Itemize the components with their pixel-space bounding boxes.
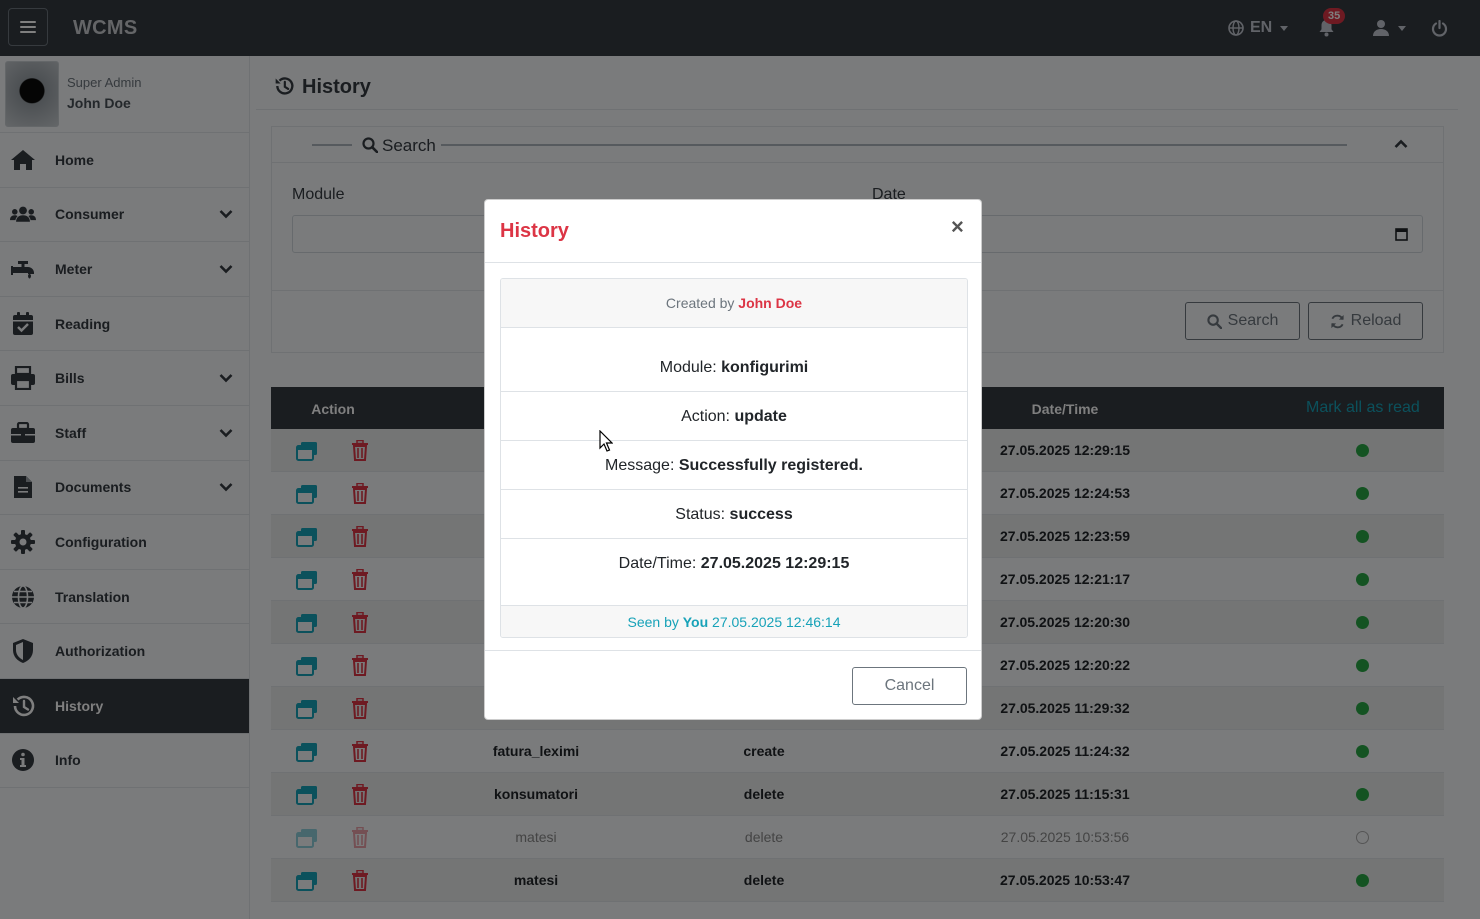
seen-by-user: You: [682, 614, 709, 630]
detail-action: Action: update: [501, 392, 967, 441]
created-by-label: Created by: [665, 295, 735, 311]
detail-datetime: Date/Time: 27.05.2025 12:29:15: [501, 539, 967, 588]
detail-label: Action:: [681, 408, 730, 425]
created-by-user: John Doe: [738, 295, 803, 311]
mouse-cursor-icon: [599, 430, 613, 452]
history-detail-card: Created by John Doe Module: konfigurimi …: [500, 278, 968, 638]
detail-value: update: [734, 408, 787, 425]
detail-label: Module:: [659, 359, 717, 376]
detail-value: Successfully registered.: [678, 457, 863, 474]
detail-value: konfigurimi: [721, 359, 809, 376]
divider: [485, 650, 981, 651]
cancel-button[interactable]: Cancel: [852, 667, 967, 705]
modal-title: History: [500, 220, 569, 242]
detail-status: Status: success: [501, 490, 967, 539]
detail-label: Status:: [675, 506, 726, 523]
detail-label: Date/Time:: [618, 555, 697, 572]
close-icon[interactable]: ×: [951, 214, 964, 240]
detail-label: Message:: [605, 457, 675, 474]
history-modal: History × Created by John Doe Module: ko…: [484, 199, 982, 720]
seen-by: Seen by You 27.05.2025 12:46:14: [501, 605, 967, 637]
created-by: Created by John Doe: [501, 279, 967, 328]
divider: [485, 262, 981, 263]
detail-module: Module: konfigurimi: [501, 343, 967, 392]
seen-at: 27.05.2025 12:46:14: [712, 614, 841, 630]
detail-value: success: [729, 506, 793, 523]
seen-by-label: Seen by: [627, 614, 679, 630]
detail-message: Message: Successfully registered.: [501, 441, 967, 490]
detail-value: 27.05.2025 12:29:15: [700, 555, 850, 572]
